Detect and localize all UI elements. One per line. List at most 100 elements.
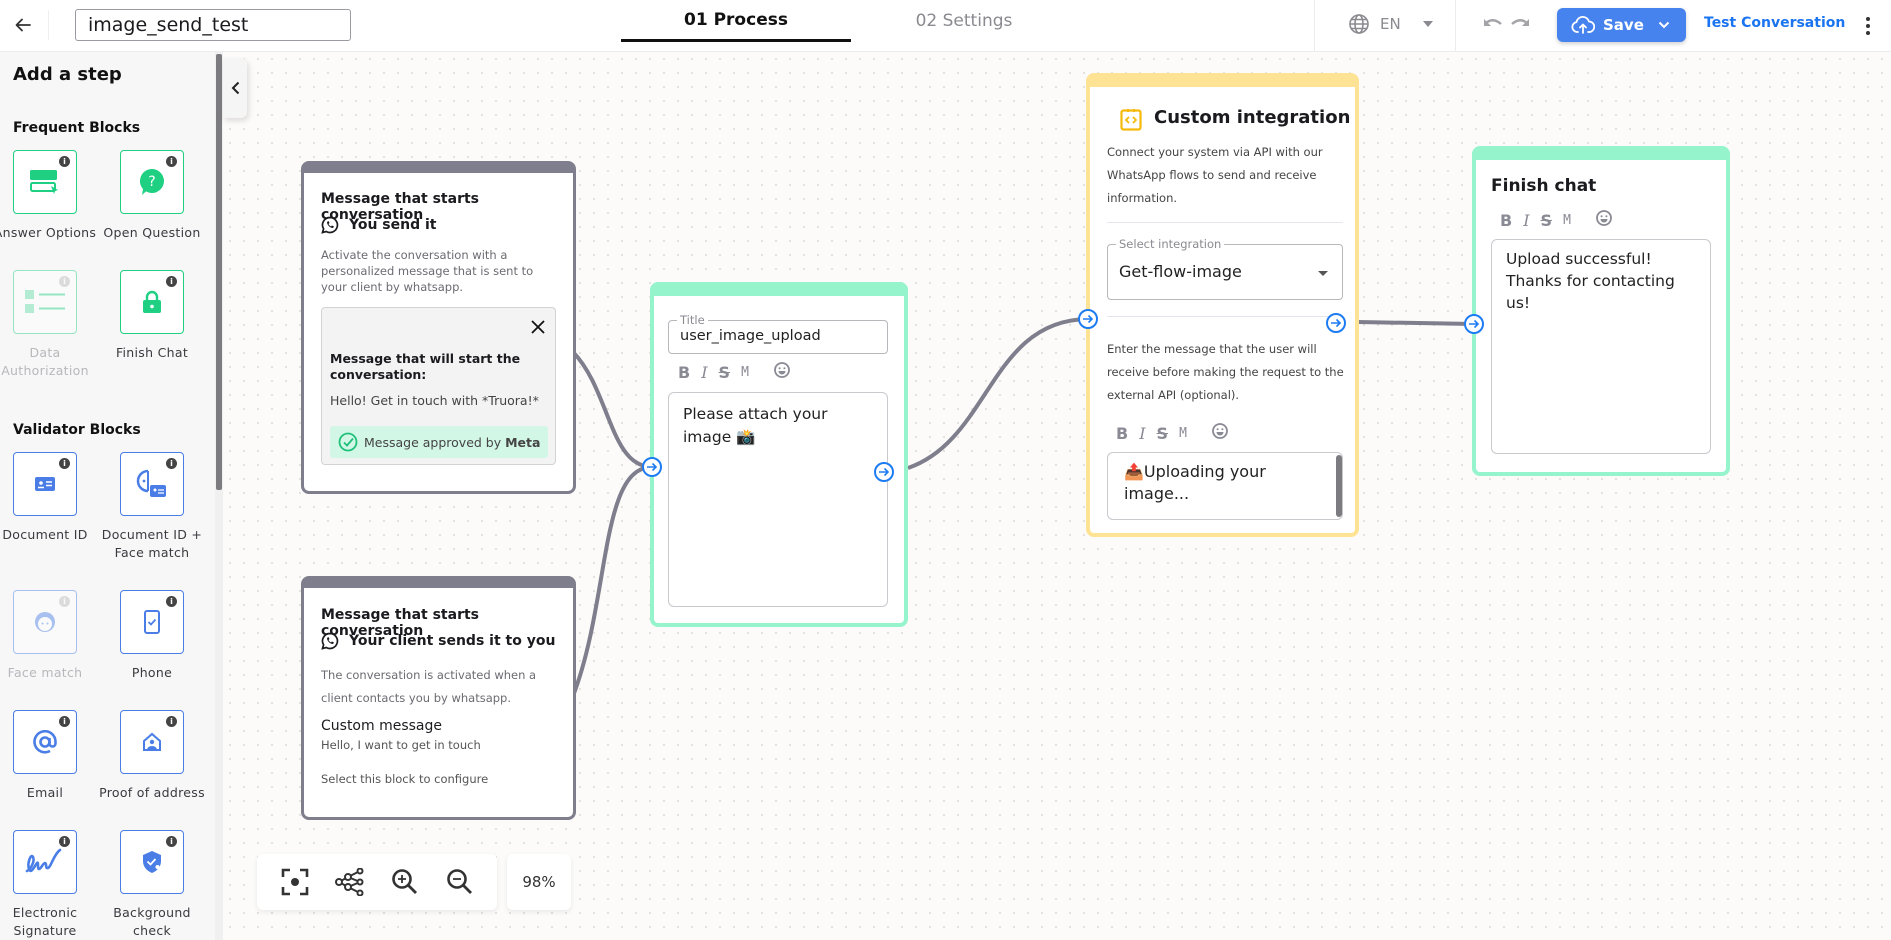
tab-process[interactable]: 01 Process — [621, 0, 851, 42]
sidebar-scrollbar[interactable] — [216, 54, 222, 490]
monospace-button[interactable]: M — [1179, 426, 1187, 441]
block-data-authorization[interactable]: i Data Authorization — [0, 270, 98, 380]
bold-button[interactable]: B — [678, 363, 690, 382]
shield-check-icon — [143, 851, 161, 873]
divider — [48, 10, 49, 40]
node-description: The conversation is activated when a cli… — [321, 668, 537, 705]
node-custom-integration[interactable]: Custom integration Connect your system v… — [1086, 73, 1359, 537]
output-port[interactable] — [874, 462, 894, 482]
strikethrough-button[interactable]: S — [719, 363, 731, 382]
block-email[interactable]: i Email — [0, 710, 98, 802]
node-start-inbound[interactable]: Message that starts conversation Your cl… — [301, 576, 576, 820]
info-icon[interactable]: i — [59, 276, 70, 287]
emoji-button[interactable] — [773, 362, 790, 382]
zoom-in-button[interactable] — [389, 866, 421, 898]
block-electronic-signature[interactable]: i Electronic Signature — [0, 830, 98, 940]
info-icon[interactable]: i — [166, 458, 177, 469]
auto-layout-button[interactable] — [334, 866, 366, 898]
info-icon[interactable]: i — [59, 156, 70, 167]
monospace-button[interactable]: M — [741, 365, 749, 380]
bold-button[interactable]: B — [1500, 211, 1512, 230]
strikethrough-button[interactable]: S — [1541, 211, 1553, 230]
pre-message-description: Enter the message that the user will rec… — [1107, 342, 1344, 402]
block-background-check[interactable]: i Background check — [99, 830, 205, 940]
caret-down-icon — [1422, 21, 1433, 27]
finish-message-textarea[interactable]: Upload successful! Thanks for contacting… — [1491, 239, 1711, 454]
more-options-button[interactable] — [1862, 14, 1874, 38]
redo-button[interactable] — [1509, 15, 1531, 35]
arrow-left-icon — [15, 18, 31, 32]
whatsapp-icon — [321, 216, 339, 234]
save-button[interactable]: Save — [1557, 8, 1686, 42]
block-label: Finish Chat — [115, 345, 189, 360]
italic-button[interactable]: I — [1139, 424, 1145, 443]
title-field[interactable]: Title user_image_upload — [668, 313, 888, 354]
message-textarea[interactable]: Please attach your image 📸 — [668, 392, 888, 607]
input-port[interactable] — [1464, 314, 1484, 334]
emoji-button[interactable] — [1211, 423, 1228, 443]
info-icon[interactable]: i — [166, 836, 177, 847]
start-message-card: Message that will start the conversation… — [321, 307, 556, 465]
node-start-outbound[interactable]: Message that starts conversation You sen… — [301, 161, 576, 494]
info-icon[interactable]: i — [59, 458, 70, 469]
integration-select[interactable]: Select integration Get-flow-image — [1107, 237, 1343, 300]
node-image-upload[interactable]: Title user_image_upload B I S M Please a… — [650, 282, 908, 627]
info-icon[interactable]: i — [59, 596, 70, 607]
input-port[interactable] — [642, 457, 662, 477]
info-icon[interactable]: i — [166, 276, 177, 287]
block-document-id-face-match[interactable]: i Document ID + Face match — [99, 452, 205, 562]
input-port[interactable] — [1078, 309, 1098, 329]
block-label: Proof of address — [99, 785, 205, 800]
block-open-question[interactable]: i ? Open Question — [99, 150, 205, 242]
block-proof-of-address[interactable]: i Proof of address — [99, 710, 205, 802]
block-face-match[interactable]: i Face match — [0, 590, 98, 682]
canvas-toolbar — [257, 854, 497, 910]
add-step-sidebar: Add a step Frequent Blocks i Answer Opti… — [0, 52, 215, 940]
node-title: Finish chat — [1491, 176, 1597, 196]
home-pin-icon — [143, 732, 161, 751]
approved-badge: Message approved by Meta — [330, 426, 548, 458]
close-icon[interactable] — [531, 320, 545, 334]
node-finish-chat[interactable]: Finish chat B I S M Upload successful! T… — [1472, 146, 1730, 476]
section-validator-blocks: Validator Blocks — [13, 422, 141, 438]
info-icon[interactable]: i — [59, 716, 70, 727]
info-icon[interactable]: i — [166, 716, 177, 727]
back-button[interactable] — [10, 12, 36, 38]
emoji-button[interactable] — [1595, 210, 1612, 230]
italic-button[interactable]: I — [701, 363, 707, 382]
block-label: Background check — [113, 905, 191, 938]
zoom-in-icon — [391, 869, 417, 894]
pre-message-textarea[interactable]: 📤Uploading your image... — [1107, 452, 1343, 520]
output-port[interactable] — [1326, 313, 1346, 333]
tab-settings[interactable]: 02 Settings — [851, 0, 1077, 42]
bold-button[interactable]: B — [1116, 424, 1128, 443]
textarea-scrollbar[interactable] — [1336, 455, 1342, 517]
strikethrough-button[interactable]: S — [1157, 424, 1169, 443]
answer-options-icon — [30, 170, 58, 194]
zoom-out-button[interactable] — [444, 866, 476, 898]
format-toolbar: B I S M — [678, 362, 790, 382]
at-sign-icon — [33, 730, 57, 754]
block-finish-chat[interactable]: i Finish Chat — [99, 270, 205, 362]
language-value: EN — [1380, 15, 1401, 33]
block-phone[interactable]: i Phone — [99, 590, 205, 682]
undo-button[interactable] — [1482, 15, 1504, 35]
test-conversation-link[interactable]: Test Conversation — [1704, 15, 1845, 31]
globe-icon — [1349, 14, 1369, 34]
info-icon[interactable]: i — [59, 836, 70, 847]
divider — [1314, 0, 1315, 52]
chevron-down-icon[interactable] — [1658, 21, 1670, 29]
monospace-button[interactable]: M — [1563, 213, 1571, 228]
fit-view-button[interactable] — [279, 866, 311, 898]
collapse-sidebar-button[interactable] — [223, 58, 247, 118]
italic-button[interactable]: I — [1523, 211, 1529, 230]
message-text: Hello! Get in touch with *Truora!* — [330, 393, 539, 408]
language-selector[interactable]: EN — [1348, 12, 1433, 36]
info-icon[interactable]: i — [166, 156, 177, 167]
info-icon[interactable]: i — [166, 596, 177, 607]
block-answer-options[interactable]: i Answer Options — [0, 150, 98, 242]
flow-name-input[interactable] — [75, 9, 351, 41]
block-document-id[interactable]: i Document ID — [0, 452, 98, 544]
checklist-icon — [25, 290, 65, 313]
lock-icon — [143, 290, 161, 313]
